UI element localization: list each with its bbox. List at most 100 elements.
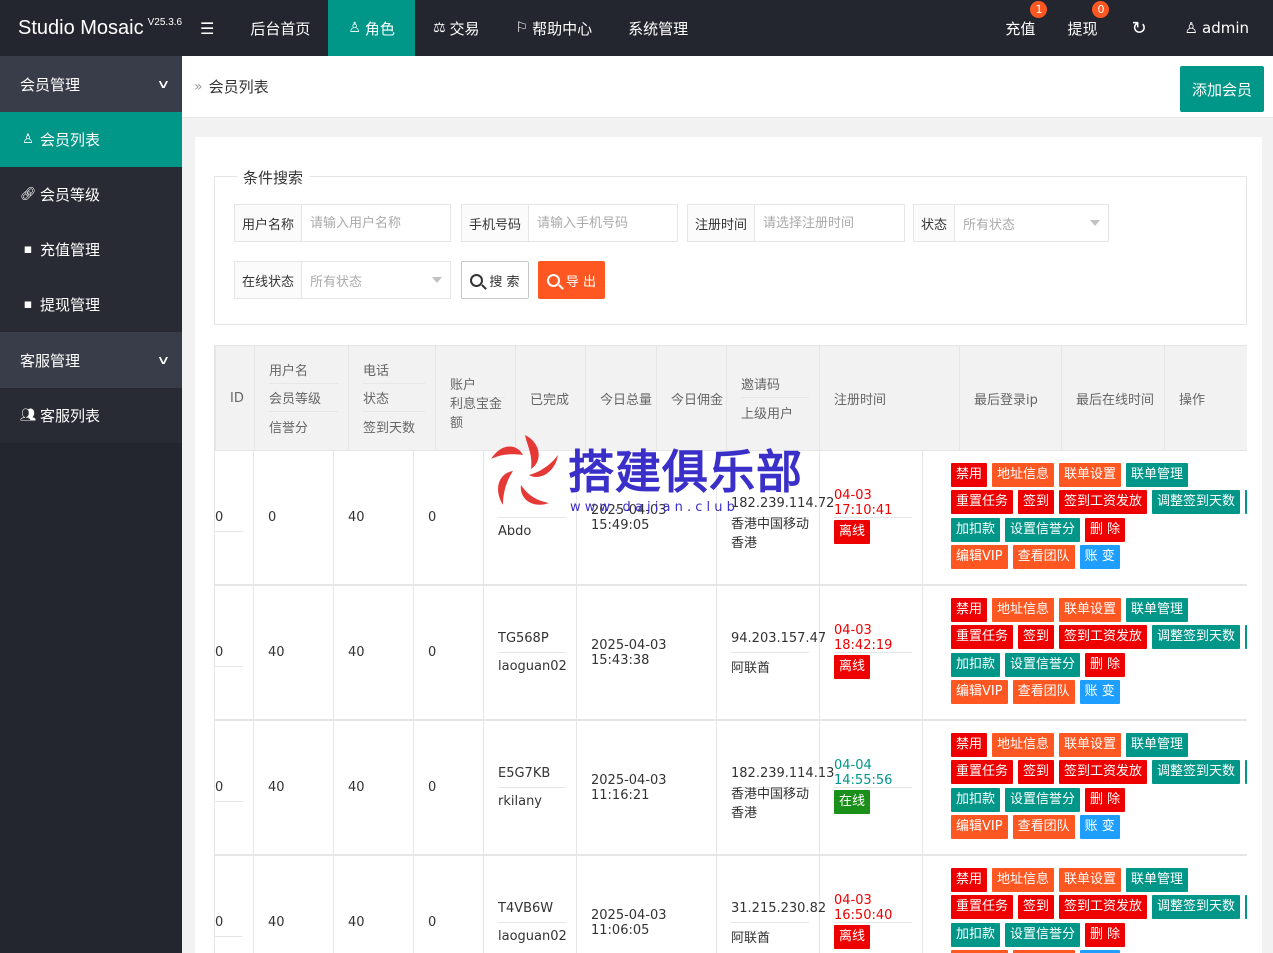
action-button[interactable]: 地址信息 bbox=[992, 732, 1055, 757]
nav-trade[interactable]: ⚖ 交易 bbox=[415, 0, 498, 56]
action-button[interactable]: 重置任务 bbox=[951, 760, 1014, 785]
action-button[interactable]: 重置任务 bbox=[951, 895, 1014, 920]
action-button[interactable]: 删 除 bbox=[1085, 787, 1126, 812]
link-icon: 🔗︎ bbox=[20, 187, 37, 202]
action-button[interactable]: 编 辑 bbox=[1245, 490, 1247, 515]
action-button[interactable]: 签到工资发放 bbox=[1059, 760, 1148, 785]
action-button[interactable]: 删 除 bbox=[1085, 517, 1126, 542]
action-button[interactable]: 签到工资发放 bbox=[1059, 895, 1148, 920]
action-button[interactable]: 设置信誉分 bbox=[1005, 922, 1081, 947]
recharge-link[interactable]: 充值 1 bbox=[989, 0, 1051, 56]
action-button[interactable]: 签到工资发放 bbox=[1059, 625, 1148, 650]
status-select[interactable]: 所有状态 bbox=[955, 205, 1108, 241]
action-button[interactable]: 编 辑 bbox=[1245, 895, 1247, 920]
action-button[interactable]: 编 辑 bbox=[1245, 760, 1247, 785]
action-button[interactable]: 加扣款 bbox=[951, 652, 1001, 677]
flag-icon: ⚐ bbox=[515, 20, 529, 36]
cell-lastip: 182.239.114.72 香港中国移动香港 bbox=[717, 451, 834, 584]
phone-input[interactable] bbox=[529, 205, 677, 241]
message-icon: ▪ bbox=[23, 297, 33, 312]
search-button[interactable]: 搜 索 bbox=[461, 261, 529, 299]
action-button[interactable]: 调整签到天数 bbox=[1152, 490, 1241, 515]
action-button[interactable]: 调整签到天数 bbox=[1152, 625, 1241, 650]
action-button[interactable]: 查看团队 bbox=[1012, 815, 1075, 840]
action-button[interactable]: 重置任务 bbox=[951, 625, 1014, 650]
nav-help[interactable]: ⚐ 帮助中心 bbox=[498, 0, 611, 56]
action-button[interactable]: 加扣款 bbox=[951, 787, 1001, 812]
action-button[interactable]: 设置信誉分 bbox=[1005, 517, 1081, 542]
cell-id: 0 bbox=[215, 451, 254, 584]
cell-user: 40 bbox=[254, 586, 334, 719]
action-button[interactable]: 签到 bbox=[1018, 625, 1055, 650]
action-button[interactable]: 禁用 bbox=[951, 867, 988, 892]
cell-phone: 40 bbox=[334, 586, 414, 719]
withdraw-link[interactable]: 提现 0 bbox=[1051, 0, 1113, 56]
action-button[interactable]: 联单设置 bbox=[1059, 597, 1122, 622]
action-button[interactable]: 设置信誉分 bbox=[1005, 652, 1081, 677]
app-logo[interactable]: Studio Mosaic V25.3.6 bbox=[0, 0, 182, 56]
action-button[interactable]: 删 除 bbox=[1085, 922, 1126, 947]
action-button[interactable]: 联单设置 bbox=[1059, 867, 1122, 892]
action-button[interactable]: 账 变 bbox=[1079, 545, 1120, 570]
action-button[interactable]: 联单设置 bbox=[1059, 462, 1122, 487]
nav-role[interactable]: ♙ 角色 bbox=[328, 0, 415, 56]
action-button[interactable]: 联单管理 bbox=[1126, 597, 1189, 622]
search-icon bbox=[470, 273, 484, 287]
action-button[interactable]: 调整签到天数 bbox=[1152, 895, 1241, 920]
regtime-input[interactable] bbox=[755, 205, 904, 241]
action-button[interactable]: 禁用 bbox=[951, 462, 988, 487]
action-button[interactable]: 编辑VIP bbox=[951, 815, 1008, 840]
action-button[interactable]: 联单管理 bbox=[1126, 732, 1189, 757]
sidebar-item-withdraw[interactable]: ▪ 提现管理 bbox=[0, 277, 182, 332]
action-button[interactable]: 地址信息 bbox=[992, 462, 1055, 487]
more-handle[interactable] bbox=[1259, 0, 1273, 56]
cell-lastonline: 04-03 17:10:41 离线 bbox=[820, 451, 923, 584]
nav-system[interactable]: 系统管理 bbox=[610, 0, 706, 56]
action-button[interactable]: 签到 bbox=[1018, 490, 1055, 515]
username-input[interactable] bbox=[302, 205, 450, 241]
action-button[interactable]: 重置任务 bbox=[951, 490, 1014, 515]
sidebar-item-service-list[interactable]: 👥︎ 客服列表 bbox=[0, 388, 182, 443]
action-button[interactable]: 查看团队 bbox=[1012, 545, 1075, 570]
action-button[interactable]: 编 辑 bbox=[1245, 625, 1247, 650]
add-member-button[interactable]: 添加会员 bbox=[1180, 66, 1264, 112]
nav-home[interactable]: 后台首页 bbox=[232, 0, 328, 56]
sidebar-item-member-level[interactable]: 🔗︎ 会员等级 bbox=[0, 167, 182, 222]
action-button[interactable]: 加扣款 bbox=[951, 922, 1001, 947]
action-button[interactable]: 禁用 bbox=[951, 597, 988, 622]
member-table: ID 用户名 会员等级 信誉分 电话 状态 签到天数 账户 利息宝金额 已完成 … bbox=[214, 345, 1247, 953]
table-row: 0 40 40 0 TG568P laoguan02 2025-04-03 15:43:38… bbox=[215, 586, 1247, 721]
action-button[interactable]: 签到 bbox=[1018, 760, 1055, 785]
action-button[interactable]: 联单管理 bbox=[1126, 867, 1189, 892]
sidebar-item-member-list[interactable]: ♙ 会员列表 bbox=[0, 112, 182, 167]
action-button[interactable]: 签到 bbox=[1018, 895, 1055, 920]
action-button[interactable]: 禁用 bbox=[951, 732, 988, 757]
chevron-down-icon: ∨ bbox=[156, 353, 171, 367]
sidebar-group-service[interactable]: 客服管理 ∨ bbox=[0, 332, 182, 388]
cell-account: 0 bbox=[414, 586, 484, 719]
action-button[interactable]: 账 变 bbox=[1079, 680, 1120, 705]
action-button[interactable]: 查看团队 bbox=[1012, 680, 1075, 705]
action-button[interactable]: 地址信息 bbox=[992, 867, 1055, 892]
sidebar-item-recharge[interactable]: ▪ 充值管理 bbox=[0, 222, 182, 277]
message-icon: ▪ bbox=[23, 242, 33, 257]
action-button[interactable]: 加扣款 bbox=[951, 517, 1001, 542]
action-button[interactable]: 编辑VIP bbox=[951, 680, 1008, 705]
app-title: Studio Mosaic bbox=[18, 16, 144, 39]
status-group: 状态 所有状态 bbox=[913, 204, 1109, 242]
user-menu[interactable]: ♙ admin bbox=[1165, 0, 1259, 56]
action-button[interactable]: 账 变 bbox=[1079, 815, 1120, 840]
action-button[interactable]: 联单管理 bbox=[1126, 462, 1189, 487]
action-button[interactable]: 编辑VIP bbox=[951, 545, 1008, 570]
menu-fold-button[interactable]: ☰ bbox=[182, 0, 232, 56]
action-button[interactable]: 签到工资发放 bbox=[1059, 490, 1148, 515]
action-button[interactable]: 调整签到天数 bbox=[1152, 760, 1241, 785]
action-button[interactable]: 设置信誉分 bbox=[1005, 787, 1081, 812]
export-button[interactable]: 导 出 bbox=[538, 261, 605, 299]
refresh-button[interactable]: ↻ bbox=[1113, 0, 1164, 56]
action-button[interactable]: 联单设置 bbox=[1059, 732, 1122, 757]
action-button[interactable]: 地址信息 bbox=[992, 597, 1055, 622]
online-select[interactable]: 所有状态 bbox=[302, 262, 450, 298]
action-button[interactable]: 删 除 bbox=[1085, 652, 1126, 677]
sidebar-group-member[interactable]: 会员管理 ∨ bbox=[0, 56, 182, 112]
